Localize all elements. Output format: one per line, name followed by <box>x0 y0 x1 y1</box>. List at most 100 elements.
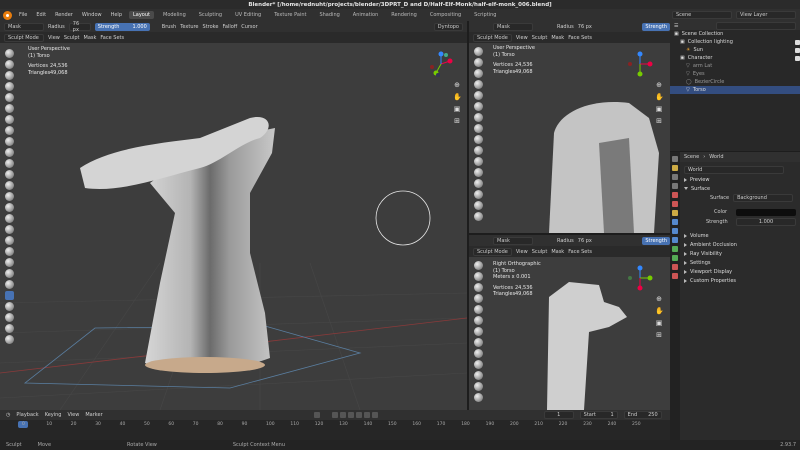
tr-tool-icon-10[interactable] <box>473 146 483 155</box>
draw-brush-icon[interactable] <box>4 49 14 58</box>
br-navigation-gizmo[interactable] <box>627 265 653 291</box>
menu-keying[interactable]: Keying <box>45 412 62 418</box>
visibility-checkbox[interactable] <box>795 39 800 45</box>
play-reverse-icon[interactable] <box>347 412 354 418</box>
menu-help[interactable]: Help <box>109 12 124 18</box>
tool-tab-icon[interactable] <box>672 156 678 162</box>
tab-scripting[interactable]: Scripting <box>470 11 500 19</box>
section-settings[interactable]: Settings <box>680 258 800 267</box>
tr-tool-icon-9[interactable] <box>473 135 483 144</box>
flatten-brush-icon[interactable] <box>4 159 14 168</box>
br-tool-icon-13[interactable] <box>473 393 483 402</box>
tr-tool-icon-6[interactable] <box>473 102 483 111</box>
surface-shader-field[interactable]: Background <box>733 194 794 202</box>
view-layer-selector[interactable]: View Layer <box>736 11 796 19</box>
menu-marker[interactable]: Marker <box>85 412 102 418</box>
clay-brush-icon[interactable] <box>4 71 14 80</box>
play-icon[interactable] <box>355 412 362 418</box>
tr-menu-face-sets[interactable]: Face Sets <box>568 35 592 41</box>
modifier-tab-icon[interactable] <box>672 219 678 225</box>
world-tab-icon[interactable] <box>672 201 678 207</box>
br-tool-icon-6[interactable] <box>473 316 483 325</box>
outliner-row-collection-lighting[interactable]: ▣ Collection lighting <box>670 38 800 46</box>
section-viewport-display[interactable]: Viewport Display <box>680 267 800 276</box>
br-brush-selector[interactable]: Mask <box>493 236 533 245</box>
dyntopo-toggle[interactable]: Dyntopo <box>433 22 463 31</box>
radius-field[interactable]: 76 px <box>68 21 91 33</box>
fill-brush-icon[interactable] <box>4 170 14 179</box>
prev-keyframe-icon[interactable] <box>339 412 346 418</box>
tab-compositing[interactable]: Compositing <box>426 11 465 19</box>
grab-brush-icon[interactable] <box>4 214 14 223</box>
section-surface[interactable]: Surface <box>680 184 800 193</box>
outliner-search-input[interactable] <box>716 21 796 30</box>
tr-tool-icon-15[interactable] <box>473 201 483 210</box>
br-tool-icon-11[interactable] <box>473 371 483 380</box>
multiplane-scrape-icon[interactable] <box>4 192 14 201</box>
tab-uv-editing[interactable]: UV Editing <box>231 11 265 19</box>
tr-strength-slider[interactable]: Strength <box>642 22 670 31</box>
tr-tool-icon-14[interactable] <box>473 190 483 199</box>
br-ortho-toggle-icon[interactable]: ⊞ <box>655 331 663 339</box>
blob-brush-icon[interactable] <box>4 126 14 135</box>
br-tool-icon-4[interactable] <box>473 294 483 303</box>
br-tool-icon-8[interactable] <box>473 338 483 347</box>
thumb-brush-icon[interactable] <box>4 247 14 256</box>
next-keyframe-icon[interactable] <box>363 412 370 418</box>
br-tool-icon-10[interactable] <box>473 360 483 369</box>
camera-view-icon[interactable]: ▣ <box>453 105 461 113</box>
outliner-row-torso[interactable]: ▽ Torso <box>670 86 800 94</box>
pose-brush-icon[interactable] <box>4 258 14 267</box>
mesh-filter-icon[interactable] <box>4 324 14 333</box>
color-swatch[interactable] <box>736 208 796 216</box>
tab-texture-paint[interactable]: Texture Paint <box>270 11 310 19</box>
box-mask-icon[interactable] <box>4 313 14 322</box>
tr-tool-icon-5[interactable] <box>473 91 483 100</box>
elastic-deform-icon[interactable] <box>4 225 14 234</box>
br-tool-icon-2[interactable] <box>473 272 483 281</box>
tab-modeling[interactable]: Modeling <box>159 11 190 19</box>
tr-navigation-gizmo[interactable] <box>627 51 653 77</box>
menu-sculpt[interactable]: Sculpt <box>64 35 80 41</box>
object-tab-icon[interactable] <box>672 210 678 216</box>
br-menu-face-sets[interactable]: Face Sets <box>568 249 592 255</box>
tr-ortho-toggle-icon[interactable]: ⊞ <box>655 117 663 125</box>
outliner-row-bezier-circle[interactable]: ◯ BezierCircle <box>670 78 800 86</box>
data-tab-icon[interactable] <box>672 255 678 261</box>
outliner-row-eyes[interactable]: ▽ Eyes <box>670 70 800 78</box>
tr-tool-icon-4[interactable] <box>473 80 483 89</box>
br-menu-sculpt[interactable]: Sculpt <box>532 249 548 255</box>
tr-mode-selector[interactable]: Sculpt Mode <box>473 33 512 42</box>
br-tool-icon-7[interactable] <box>473 327 483 336</box>
start-frame-field[interactable]: Start 1 <box>579 411 618 419</box>
scrape-brush-icon[interactable] <box>4 181 14 190</box>
tr-menu-sculpt[interactable]: Sculpt <box>532 35 548 41</box>
inflate-brush-icon[interactable] <box>4 115 14 124</box>
timeline-editor-icon[interactable]: ◷ <box>6 412 10 418</box>
menu-render[interactable]: Render <box>53 12 75 18</box>
bottom-right-viewport[interactable]: Right Orthographic (1) Torso Meters x 0.… <box>469 257 670 410</box>
mode-selector[interactable]: Sculpt Mode <box>4 33 44 42</box>
mask-brush-icon[interactable] <box>4 291 14 300</box>
visibility-checkbox[interactable] <box>795 47 800 53</box>
tr-radius-value[interactable]: 76 px <box>578 24 592 30</box>
output-tab-icon[interactable] <box>672 174 678 180</box>
tr-tool-icon-7[interactable] <box>473 113 483 122</box>
outliner-row-scene-collection[interactable]: ▣ Scene Collection <box>670 30 800 38</box>
section-preview[interactable]: Preview <box>680 175 800 184</box>
scene-tab-icon[interactable] <box>672 192 678 198</box>
layer-brush-icon[interactable] <box>4 104 14 113</box>
outliner-row-sun[interactable]: ☀ Sun <box>670 46 800 54</box>
rotate-brush-icon[interactable] <box>4 280 14 289</box>
outliner-row-character[interactable]: ▣ Character <box>670 54 800 62</box>
tr-brush-selector[interactable]: Mask <box>493 22 533 31</box>
menu-playback[interactable]: Playback <box>16 412 38 418</box>
br-radius-value[interactable]: 76 px <box>578 238 592 244</box>
tr-zoom-icon[interactable]: ⊕ <box>655 81 663 89</box>
br-zoom-icon[interactable]: ⊕ <box>655 295 663 303</box>
section-ray-visibility[interactable]: Ray Visibility <box>680 249 800 258</box>
menu-cursor[interactable]: Cursor <box>241 24 257 30</box>
tr-camera-view-icon[interactable]: ▣ <box>655 105 663 113</box>
tr-menu-mask[interactable]: Mask <box>551 35 564 41</box>
tr-pan-hand-icon[interactable]: ✋ <box>655 93 664 101</box>
